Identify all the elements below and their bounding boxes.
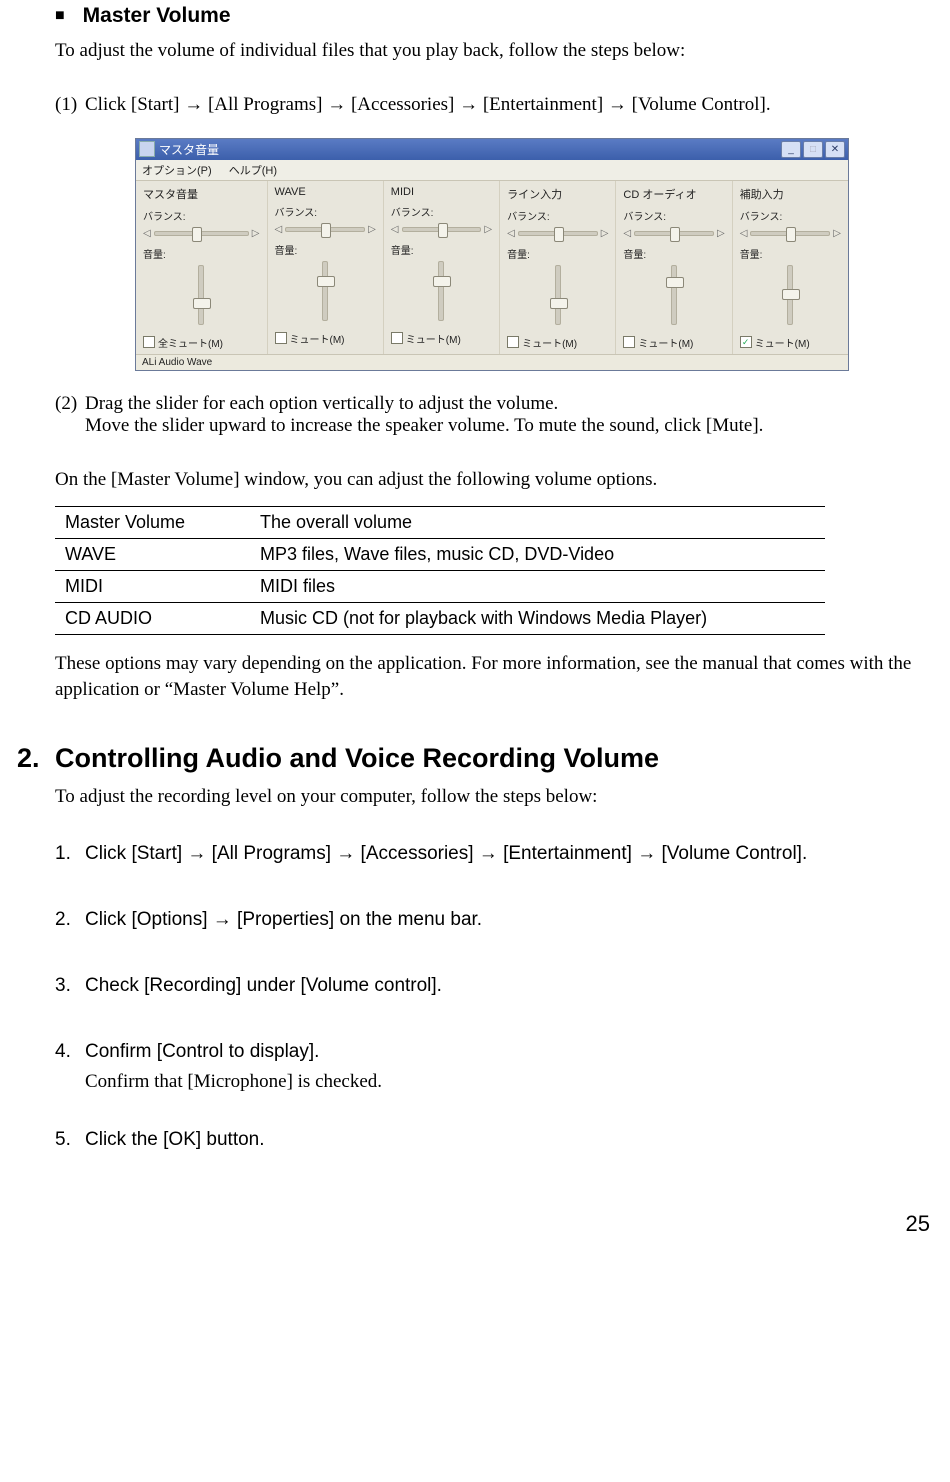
table-row: CD AUDIOMusic CD (not for playback with … xyxy=(55,603,825,635)
options-table: Master VolumeThe overall volumeWAVEMP3 f… xyxy=(55,506,825,635)
speaker-right-icon: ▷ xyxy=(368,224,376,235)
volume-control-window: マスタ音量 _ □ ✕ オプション(P) ヘルプ(H) マスタ音量バランス:◁▷… xyxy=(135,138,849,371)
channel-5: 補助入力バランス:◁▷音量:✓ミュート(M) xyxy=(733,181,848,354)
volume-slider[interactable] xyxy=(671,265,677,325)
channel-name: マスタ音量 xyxy=(143,186,260,202)
step2-5: 5. Click the [OK] button. xyxy=(55,1129,920,1151)
close-button[interactable]: ✕ xyxy=(825,141,845,158)
balance-slider[interactable]: ◁▷ xyxy=(143,225,260,243)
bullet-icon: ■ xyxy=(55,7,65,24)
window-titlebar[interactable]: マスタ音量 _ □ ✕ xyxy=(136,139,848,160)
speaker-right-icon: ▷ xyxy=(252,228,260,239)
volume-slider[interactable] xyxy=(322,261,328,321)
balance-slider[interactable]: ◁▷ xyxy=(391,221,492,239)
volume-slider[interactable] xyxy=(438,261,444,321)
step-1: (1) Click [Start] → [All Programs] → [Ac… xyxy=(55,94,920,116)
channel-name: WAVE xyxy=(275,186,376,198)
step2-3: 3. Check [Recording] under [Volume contr… xyxy=(55,975,920,997)
speaker-left-icon: ◁ xyxy=(740,228,748,239)
volume-slider[interactable] xyxy=(787,265,793,325)
balance-slider[interactable]: ◁▷ xyxy=(275,221,376,239)
volume-slider[interactable] xyxy=(555,265,561,325)
minimize-button[interactable]: _ xyxy=(781,141,801,158)
mute-label: ミュート(M) xyxy=(406,331,461,346)
mute-checkbox[interactable] xyxy=(507,336,519,348)
mute-checkbox[interactable] xyxy=(391,332,403,344)
mute-label: ミュート(M) xyxy=(522,335,577,350)
note-text: These options may vary depending on the … xyxy=(55,651,920,702)
channel-2: MIDIバランス:◁▷音量:ミュート(M) xyxy=(384,181,500,354)
options-lead: On the [Master Volume] window, you can a… xyxy=(55,467,920,493)
mute-checkbox[interactable]: ✓ xyxy=(740,336,752,348)
page-number: 25 xyxy=(55,1211,930,1237)
heading-master-volume: ■Master Volume xyxy=(55,4,920,28)
speaker-left-icon: ◁ xyxy=(143,228,151,239)
mute-checkbox[interactable] xyxy=(623,336,635,348)
mute-label: ミュート(M) xyxy=(290,331,345,346)
status-bar: ALi Audio Wave xyxy=(136,354,848,370)
channel-4: CD オーディオバランス:◁▷音量:ミュート(M) xyxy=(616,181,732,354)
mute-label: ミュート(M) xyxy=(755,335,810,350)
step2-1: 1. Click [Start] → [All Programs] → [Acc… xyxy=(55,843,920,865)
speaker-right-icon: ▷ xyxy=(484,224,492,235)
table-row: WAVEMP3 files, Wave files, music CD, DVD… xyxy=(55,539,825,571)
speaker-left-icon: ◁ xyxy=(507,228,515,239)
step2-4-sub: Confirm that [Microphone] is checked. xyxy=(85,1069,920,1095)
menu-options[interactable]: オプション(P) xyxy=(142,165,212,177)
speaker-right-icon: ▷ xyxy=(833,228,841,239)
step-2: (2) Drag the slider for each option vert… xyxy=(55,393,920,437)
window-title: マスタ音量 xyxy=(159,141,219,158)
mute-label: 全ミュート(M) xyxy=(158,335,223,350)
speaker-left-icon: ◁ xyxy=(391,224,399,235)
mute-checkbox[interactable] xyxy=(143,336,155,348)
speaker-left-icon: ◁ xyxy=(623,228,631,239)
maximize-button[interactable]: □ xyxy=(803,141,823,158)
heading-section-2: 2.Controlling Audio and Voice Recording … xyxy=(17,743,920,774)
mute-checkbox[interactable] xyxy=(275,332,287,344)
channel-name: ライン入力 xyxy=(507,186,608,202)
mute-label: ミュート(M) xyxy=(638,335,693,350)
channel-0: マスタ音量バランス:◁▷音量:全ミュート(M) xyxy=(136,181,268,354)
section2-intro: To adjust the recording level on your co… xyxy=(55,784,920,810)
table-row: MIDIMIDI files xyxy=(55,571,825,603)
channel-3: ライン入力バランス:◁▷音量:ミュート(M) xyxy=(500,181,616,354)
menu-help[interactable]: ヘルプ(H) xyxy=(229,165,277,177)
channel-name: MIDI xyxy=(391,186,492,198)
intro-text: To adjust the volume of individual files… xyxy=(55,38,920,64)
balance-slider[interactable]: ◁▷ xyxy=(740,225,841,243)
speaker-left-icon: ◁ xyxy=(275,224,283,235)
menu-bar: オプション(P) ヘルプ(H) xyxy=(136,160,848,181)
speaker-right-icon: ▷ xyxy=(717,228,725,239)
speaker-right-icon: ▷ xyxy=(601,228,609,239)
step2-4: 4. Confirm [Control to display]. xyxy=(55,1041,920,1063)
channel-name: 補助入力 xyxy=(740,186,841,202)
balance-slider[interactable]: ◁▷ xyxy=(623,225,724,243)
step2-2: 2. Click [Options] → [Properties] on the… xyxy=(55,909,920,931)
balance-slider[interactable]: ◁▷ xyxy=(507,225,608,243)
channel-name: CD オーディオ xyxy=(623,186,724,202)
channel-1: WAVEバランス:◁▷音量:ミュート(M) xyxy=(268,181,384,354)
app-icon xyxy=(139,141,155,157)
volume-slider[interactable] xyxy=(198,265,204,325)
table-row: Master VolumeThe overall volume xyxy=(55,507,825,539)
